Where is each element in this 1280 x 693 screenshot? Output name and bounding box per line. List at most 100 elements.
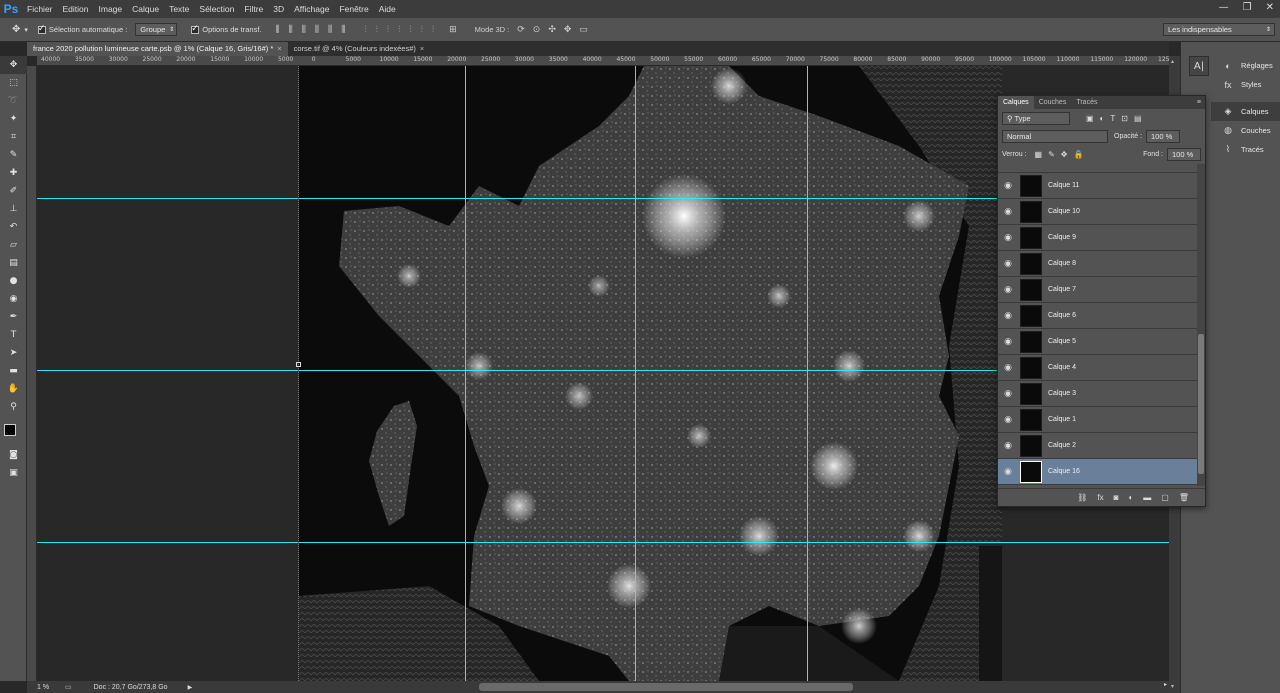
history-brush-tool[interactable]: ↶ [0,218,27,236]
brush-tool[interactable]: ✐ [0,182,27,200]
close-icon[interactable]: ✕ [1266,2,1274,13]
layers-scroll-thumb[interactable] [1198,334,1204,474]
move-tool-icon[interactable]: ✥ [12,24,20,35]
guide-vertical[interactable] [465,66,466,681]
filter-dropdown[interactable]: ⚲ Type [1002,111,1070,125]
scroll-down-icon[interactable]: ▾ [1171,683,1178,691]
pen-tool[interactable]: ✒ [0,308,27,326]
scroll-right-icon[interactable]: ▸ [1164,681,1167,688]
blur-tool[interactable]: ● [0,272,27,290]
marquee-tool[interactable]: ⬚ [0,74,27,92]
tab-france[interactable]: france 2020 pollution lumineuse carte.ps… [27,42,288,56]
status-icon[interactable]: ▭ [65,683,72,691]
layer-row[interactable]: ◉ Calque 4 [998,355,1197,381]
workspace-dropdown[interactable]: Les indispensables ⇕ [1163,23,1275,36]
zoom-level[interactable]: 1 % [37,684,61,691]
crop-tool[interactable]: ⌗ [0,128,27,146]
dock-traces[interactable]: ⌇ Tracés [1211,140,1280,159]
layer-row[interactable]: ◉ Calque 5 [998,329,1197,355]
group-folder-icon[interactable]: ▬ [1143,493,1151,502]
quick-mask-icon[interactable]: ◙ [0,446,27,464]
tab-calques[interactable]: Calques [998,96,1034,109]
menu-image[interactable]: Image [94,0,128,18]
transform-checkbox[interactable] [191,23,202,34]
panel-menu-icon[interactable]: ≡ [1197,96,1205,109]
distribute-icons[interactable]: ⫶⫶⫶⫶⫶⫶⫶ [364,24,443,35]
layer-row[interactable]: ◉ Calque 10 [998,199,1197,225]
dock-styles[interactable]: fx Styles [1211,75,1280,94]
transform-handle[interactable] [296,362,301,367]
eye-icon[interactable]: ◉ [998,363,1018,373]
menu-selection[interactable]: Sélection [194,0,239,18]
eye-icon[interactable]: ◉ [998,259,1018,269]
menu-fenetre[interactable]: Fenêtre [334,0,373,18]
menu-calque[interactable]: Calque [127,0,164,18]
menu-affichage[interactable]: Affichage [289,0,334,18]
blend-mode-dropdown[interactable]: Normal [1002,129,1108,143]
eye-icon[interactable]: ◉ [998,415,1018,425]
healing-tool[interactable]: ✚ [0,164,27,182]
tab-traces[interactable]: Tracés [1071,96,1102,109]
close-icon[interactable]: × [420,44,424,53]
restore-icon[interactable]: ❐ [1243,2,1252,13]
eye-icon[interactable]: ◉ [998,285,1018,295]
menu-3d[interactable]: 3D [268,0,289,18]
minimize-icon[interactable]: — [1219,2,1229,13]
adjustment-layer-icon[interactable]: ◐ [1128,493,1133,502]
eye-icon[interactable]: ◉ [998,337,1018,347]
eye-icon[interactable]: ◉ [998,441,1018,451]
3d-mode-icons[interactable]: ⟳⊙✣✥▭ [517,24,596,35]
lock-icons[interactable]: ▦✎✥🔒 [1035,150,1090,159]
lasso-tool[interactable]: ➰ [0,92,27,110]
eraser-tool[interactable]: ▱ [0,236,27,254]
layer-row[interactable]: ◉ Calque 9 [998,225,1197,251]
eyedropper-tool[interactable]: ✎ [0,146,27,164]
layer-row[interactable]: ◉ Calque 6 [998,303,1197,329]
close-icon[interactable]: × [277,44,281,53]
dodge-tool[interactable]: ◉ [0,290,27,308]
layers-scrollbar[interactable] [1197,164,1205,486]
opacity-input[interactable]: 100 % [1146,129,1181,143]
align-icons[interactable]: ⫼⫼⫼⫼⫼⫼ [276,24,355,35]
link-icon[interactable]: ⛓ [1077,493,1087,502]
color-swatches[interactable] [0,416,26,446]
eye-icon[interactable]: ◉ [998,467,1018,477]
path-selection-tool[interactable]: ➤ [0,344,27,362]
dock-calques[interactable]: ◈ Calques [1211,102,1280,121]
layer-row[interactable]: ◉ Calque 8 [998,251,1197,277]
eye-icon[interactable]: ◉ [998,207,1018,217]
eye-icon[interactable]: ◉ [998,389,1018,399]
magic-wand-tool[interactable]: ✦ [0,110,27,128]
auto-align-icon[interactable]: ⊞ [449,24,457,35]
stamp-tool[interactable]: ⊥ [0,200,27,218]
zoom-tool[interactable]: ⚲ [0,398,27,416]
screen-mode-icon[interactable]: ▣ [0,464,27,482]
status-menu-icon[interactable]: ▶ [188,684,193,691]
filter-icons[interactable]: ▣◐T⊡▤ [1086,114,1148,123]
fill-input[interactable]: 100 % [1167,147,1201,161]
layer-row-selected[interactable]: ◉ Calque 16 [998,459,1197,485]
layer-row[interactable]: ◉ Calque 11 [998,173,1197,199]
eye-icon[interactable]: ◉ [998,233,1018,243]
dock-couches[interactable]: ◍ Couches [1211,121,1280,140]
character-panel-icon[interactable]: A| [1189,56,1209,76]
menu-texte[interactable]: Texte [164,0,194,18]
gradient-tool[interactable]: ▤ [0,254,27,272]
auto-select-dropdown[interactable]: Groupe ⇕ [135,23,178,36]
layer-row[interactable]: ◉ Calque 7 [998,277,1197,303]
tab-couches[interactable]: Couches [1034,96,1072,109]
menu-aide[interactable]: Aide [374,0,401,18]
fx-icon[interactable]: fx [1097,493,1103,502]
eye-icon[interactable]: ◉ [998,311,1018,321]
scroll-up-icon[interactable]: ▴ [1171,58,1178,66]
foreground-color[interactable] [4,424,16,436]
horizontal-scroll-thumb[interactable] [479,683,853,691]
shape-tool[interactable]: ▬ [0,362,27,380]
layer-row[interactable]: ◉ Calque 3 [998,381,1197,407]
guide-vertical[interactable] [807,66,808,681]
type-tool[interactable]: T [0,326,27,344]
dock-reglages[interactable]: ◐ Réglages [1211,56,1280,75]
auto-select-checkbox[interactable] [37,23,49,34]
guide-horizontal[interactable] [37,542,1169,543]
trash-icon[interactable]: 🗑 [1179,493,1189,502]
